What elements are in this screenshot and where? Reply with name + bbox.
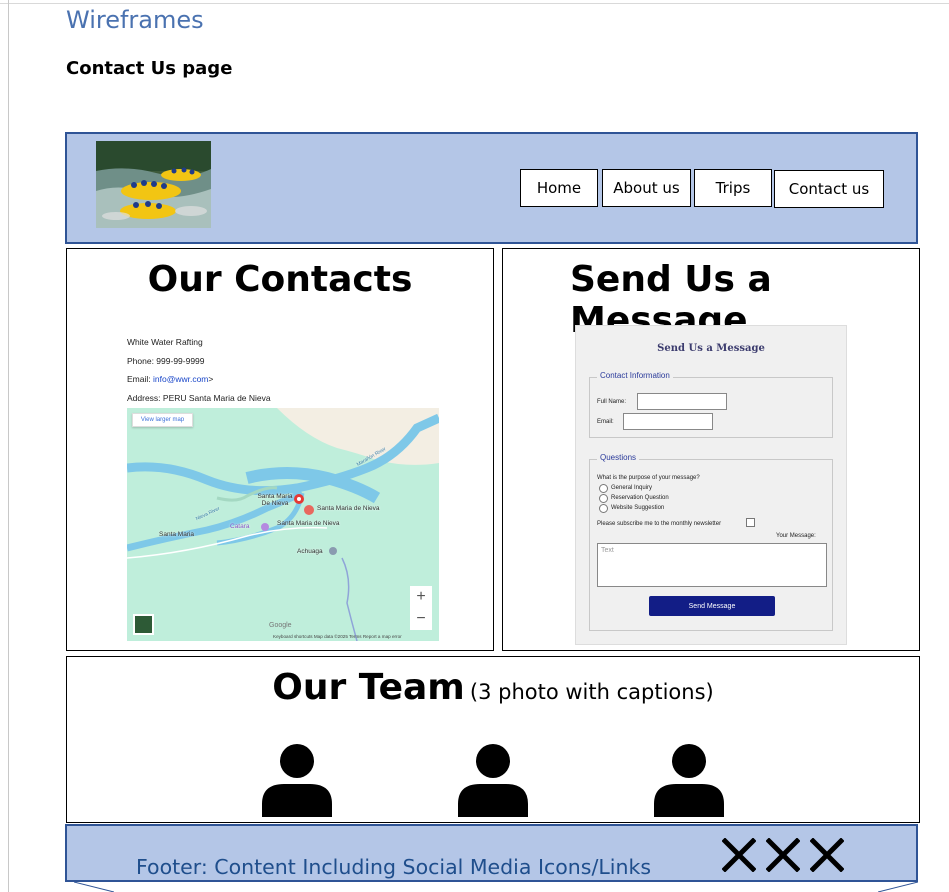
message-panel: Send Us a Message Send Us a Message Cont… bbox=[502, 248, 920, 651]
contact-form: Send Us a Message Contact Information Fu… bbox=[575, 325, 847, 645]
map-label-place: Santa Maria de Nieva bbox=[277, 520, 340, 527]
document-subheading: Contact Us page bbox=[66, 58, 233, 79]
option-reservation-question: Reservation Question bbox=[611, 495, 669, 501]
zoom-out-button[interactable]: − bbox=[410, 608, 432, 630]
nav-home-button[interactable]: Home bbox=[520, 169, 598, 207]
email-suffix: > bbox=[208, 374, 214, 384]
satellite-toggle-thumbnail[interactable] bbox=[133, 614, 154, 635]
map-label-poi: Santa Maria de Nieva bbox=[317, 505, 380, 512]
x-icon[interactable] bbox=[722, 838, 756, 872]
view-larger-map-button[interactable]: View larger map bbox=[132, 413, 193, 427]
nav-trips-button[interactable]: Trips bbox=[694, 169, 772, 207]
footer-shape-line-right bbox=[878, 882, 918, 892]
person-icon bbox=[262, 744, 332, 817]
site-header: Home About us Trips Contact us bbox=[65, 132, 918, 244]
contact-information-legend: Contact Information bbox=[597, 371, 673, 380]
email-line: Email: info@wwr.com> bbox=[127, 370, 271, 389]
x-icon[interactable] bbox=[810, 838, 844, 872]
team-heading: Our Team (3 photo with captions) bbox=[67, 667, 919, 708]
contact-details: White Water Rafting Phone: 999-99-9999 E… bbox=[127, 333, 271, 407]
send-message-button[interactable]: Send Message bbox=[649, 596, 775, 616]
full-name-input[interactable] bbox=[637, 393, 727, 410]
team-title: Our Team bbox=[272, 667, 465, 708]
page-top-rule bbox=[0, 3, 949, 4]
map-label-santa-maria: Santa Maria bbox=[159, 531, 195, 538]
radio-general-inquiry[interactable] bbox=[599, 484, 608, 493]
radio-reservation-question[interactable] bbox=[599, 494, 608, 503]
nav-about-button[interactable]: About us bbox=[602, 169, 691, 207]
questions-legend: Questions bbox=[597, 453, 640, 462]
nav-contact-button[interactable]: Contact us bbox=[774, 170, 884, 208]
zoom-in-button[interactable]: + bbox=[410, 586, 432, 608]
contacts-panel: Our Contacts White Water Rafting Phone: … bbox=[66, 248, 494, 651]
option-general-inquiry: General Inquiry bbox=[611, 485, 653, 491]
embedded-map[interactable]: View larger map Santa Maria De Nieva San… bbox=[127, 408, 439, 641]
google-logo: Google bbox=[269, 622, 292, 629]
radio-website-suggestion[interactable] bbox=[599, 504, 608, 513]
newsletter-checkbox[interactable] bbox=[746, 518, 755, 527]
your-message-label: Your Message: bbox=[776, 533, 816, 539]
address-line: Address: PERU Santa Maria de Nieva bbox=[127, 392, 271, 403]
x-icon[interactable] bbox=[766, 838, 800, 872]
team-caption: (3 photo with captions) bbox=[469, 680, 714, 704]
document-heading: Wireframes bbox=[66, 6, 204, 34]
team-panel: Our Team (3 photo with captions) bbox=[66, 656, 920, 823]
footer-shape-line-left bbox=[74, 882, 114, 892]
rafting-logo-image bbox=[96, 141, 211, 228]
footer-text: Footer: Content Including Social Media I… bbox=[136, 855, 652, 879]
phone-line: Phone: 999-99-9999 bbox=[127, 355, 205, 366]
option-website-suggestion: Website Suggestion bbox=[611, 505, 665, 511]
full-name-label: Full Name: bbox=[597, 399, 627, 405]
contact-information-fieldset: Contact Information Full Name: Email: bbox=[589, 371, 833, 438]
person-icon bbox=[458, 744, 528, 817]
site-footer: Footer: Content Including Social Media I… bbox=[65, 824, 918, 882]
email-input[interactable] bbox=[623, 413, 713, 430]
person-icon bbox=[654, 744, 724, 817]
newsletter-label: Please subscribe me to the monthly newsl… bbox=[597, 521, 722, 527]
contacts-title: Our Contacts bbox=[147, 259, 413, 300]
map-label-town: Santa Maria De Nieva bbox=[257, 493, 293, 507]
email-link[interactable]: info@wwr.com bbox=[153, 374, 208, 384]
purpose-question: What is the purpose of your message? bbox=[597, 475, 700, 481]
questions-fieldset: Questions What is the purpose of your me… bbox=[589, 453, 833, 631]
page-left-margin-rule bbox=[8, 0, 9, 892]
map-label-achuaga: Achuaga bbox=[297, 548, 323, 555]
company-name: White Water Rafting bbox=[127, 337, 203, 347]
email-prefix: Email: bbox=[127, 374, 153, 384]
map-attribution: Keyboard shortcuts Map data ©2025 Terms … bbox=[273, 634, 402, 639]
message-textarea[interactable]: Text bbox=[597, 543, 827, 587]
email-label: Email: bbox=[597, 419, 614, 425]
form-title: Send Us a Message bbox=[657, 343, 765, 354]
map-label-catarata: Catara bbox=[230, 523, 250, 530]
